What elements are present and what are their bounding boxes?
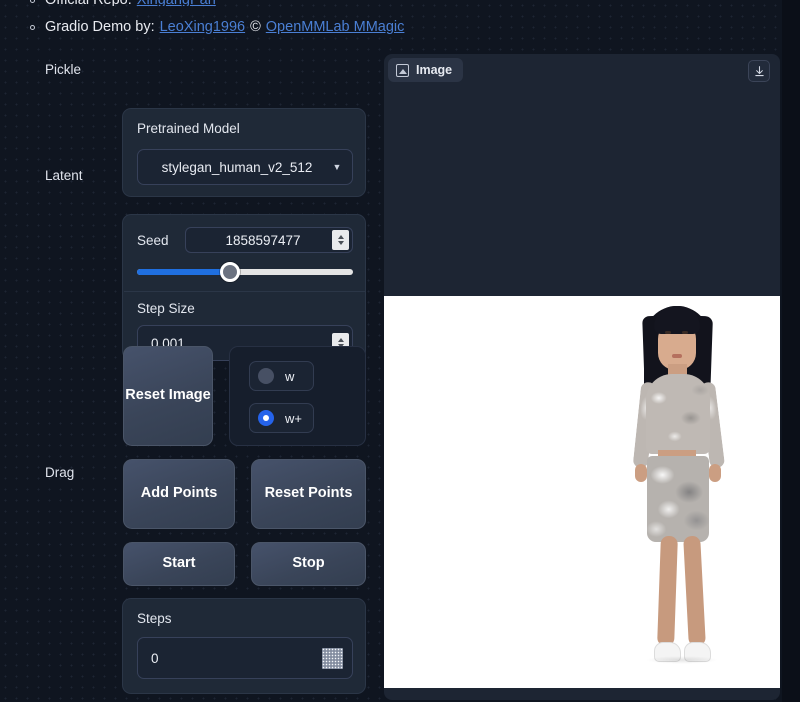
controls-column: Pickle Pretrained Model stylegan_human_v… (0, 52, 380, 702)
stop-button[interactable]: Stop (251, 542, 366, 586)
reset-points-button[interactable]: Reset Points (251, 459, 366, 529)
openmmlab-link[interactable]: OpenMMLab MMagic (266, 19, 405, 35)
official-repo-link[interactable]: XingangPan (137, 0, 216, 6)
seed-row: Seed 1858597477 (137, 227, 353, 253)
download-button[interactable] (748, 60, 770, 82)
slider-fill (137, 269, 230, 275)
tab-image[interactable]: Image (388, 58, 464, 82)
header-line-gradio-demo: Gradio Demo by: LeoXing1996 © OpenMMLab … (30, 16, 782, 38)
image-output-panel: Image (384, 54, 780, 700)
pretrained-model-label: Pretrained Model (137, 121, 240, 136)
generated-image-canvas[interactable] (384, 296, 780, 688)
steps-panel: Steps 0 (122, 598, 366, 694)
hand-right (709, 464, 721, 482)
hand-left (635, 464, 647, 482)
header-line-official-repo: Official Repo: XingangPan (30, 0, 782, 6)
generated-person-figure (578, 304, 778, 679)
tab-image-label: Image (416, 63, 453, 77)
seed-value: 1858597477 (225, 232, 301, 248)
radio-label-w-plus: w+ (285, 410, 302, 426)
step-size-label: Step Size (137, 301, 195, 316)
steps-input[interactable]: 0 (137, 637, 353, 679)
pretrained-model-value: stylegan_human_v2_512 (161, 159, 313, 175)
download-icon (754, 65, 764, 76)
section-label-latent: Latent (45, 168, 83, 183)
radio-label-w: w (285, 368, 295, 384)
skirt (647, 456, 709, 542)
steps-stepper[interactable] (322, 647, 343, 669)
app-root: Official Repo: XingangPan Gradio Demo by… (0, 0, 800, 702)
seed-label: Seed (137, 232, 169, 248)
seed-slider[interactable] (137, 262, 353, 282)
chevron-down-icon: ▼ (332, 162, 342, 172)
image-icon (396, 63, 409, 77)
pretrained-model-select[interactable]: stylegan_human_v2_512 ▼ (137, 149, 353, 185)
eye-right (682, 331, 688, 334)
section-label-pickle: Pickle (45, 62, 82, 77)
stepper-up-icon (337, 338, 344, 342)
steps-label: Steps (137, 611, 172, 626)
radio-dot-icon (258, 368, 274, 384)
crop-top (646, 374, 710, 454)
radio-option-w-plus[interactable]: w+ (249, 403, 314, 433)
leg-left (657, 535, 678, 647)
add-points-button[interactable]: Add Points (123, 459, 235, 529)
header-links: Official Repo: XingangPan Gradio Demo by… (0, 0, 782, 38)
seed-input[interactable]: 1858597477 (185, 227, 353, 253)
official-repo-label: Official Repo: (45, 0, 132, 6)
pretrained-model-panel: Pretrained Model stylegan_human_v2_512 ▼ (122, 108, 366, 197)
mouth (672, 354, 682, 358)
leg-right (683, 535, 706, 647)
latent-panel: Seed 1858597477 Step Size 0.001 (122, 214, 366, 361)
steps-value: 0 (151, 650, 159, 666)
radio-option-w[interactable]: w (249, 361, 314, 391)
eye-left (665, 331, 671, 334)
gradio-demo-label: Gradio Demo by: (45, 19, 155, 35)
reset-image-button[interactable]: Reset Image (123, 346, 213, 446)
seed-stepper[interactable] (332, 230, 349, 250)
copyright-icon: © (250, 19, 261, 35)
stepper-down-icon (337, 241, 344, 245)
start-button[interactable]: Start (123, 542, 235, 586)
radio-dot-icon (258, 410, 274, 426)
gradio-author-link[interactable]: LeoXing1996 (160, 19, 245, 35)
page-edge-strip (782, 0, 800, 702)
section-label-drag: Drag (45, 465, 75, 480)
bullet-icon (30, 24, 35, 30)
latent-space-radio-group: w w+ (229, 346, 366, 446)
panel-divider (124, 291, 366, 292)
figure-shadow (646, 656, 718, 664)
slider-thumb[interactable] (219, 262, 240, 282)
stepper-up-icon (337, 235, 344, 239)
bullet-icon (30, 0, 35, 3)
